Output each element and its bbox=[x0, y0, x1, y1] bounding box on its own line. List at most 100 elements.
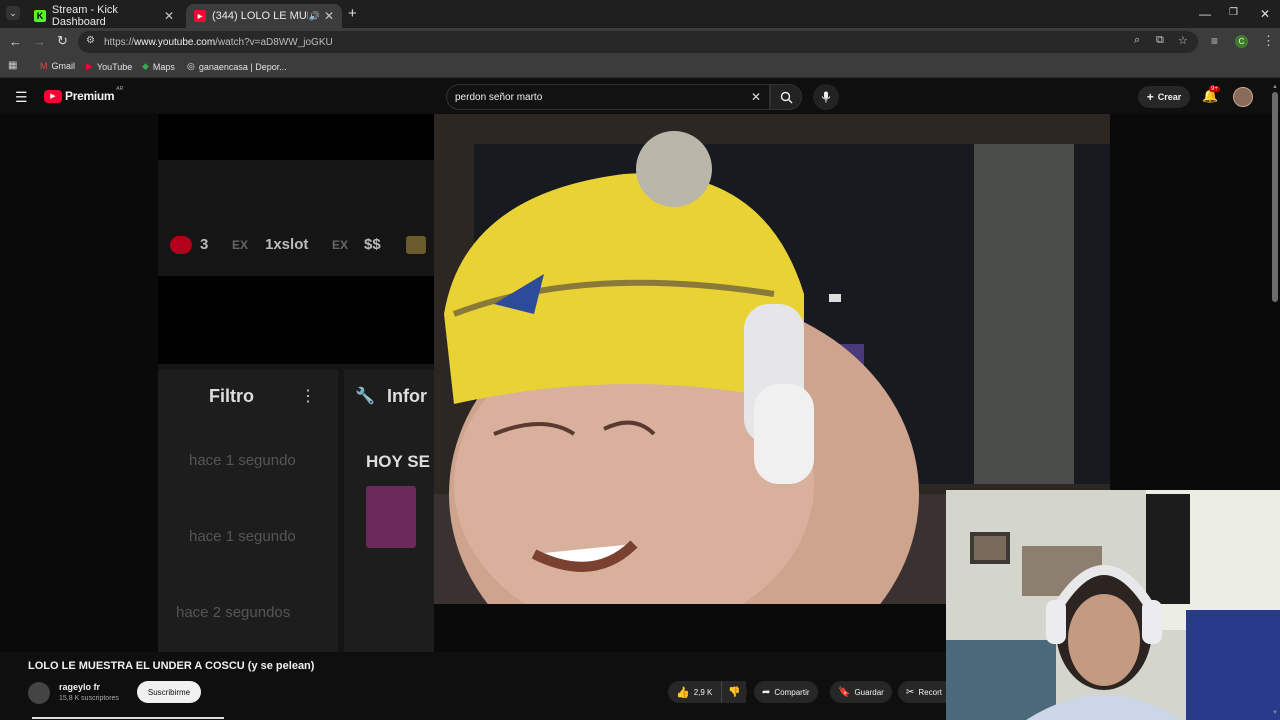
tab-youtube-video[interactable]: ▶ (344) LOLO LE MUESTRA EL 🔊 ✕ bbox=[186, 4, 342, 28]
subscribe-button[interactable]: Suscribirme bbox=[137, 681, 201, 703]
create-label: Crear bbox=[1157, 92, 1182, 102]
menu-kebab-icon[interactable]: ⋮ bbox=[1262, 33, 1275, 49]
overlay-bar bbox=[158, 276, 434, 364]
new-tab-button[interactable]: + bbox=[348, 5, 357, 22]
url-prefix: https:// bbox=[104, 36, 135, 48]
search-input[interactable]: perdon señor marto ✕ bbox=[446, 84, 770, 110]
bookmark-label: Maps bbox=[152, 61, 175, 72]
kick-icon: K bbox=[34, 10, 46, 22]
tab-title: (344) LOLO LE MUESTRA EL bbox=[212, 10, 308, 22]
search-button[interactable] bbox=[770, 84, 802, 110]
thumbs-up-icon: 👍 bbox=[676, 686, 690, 699]
address-bar[interactable]: ⚙ https://www.youtube.com/watch?v=aD8WW_… bbox=[78, 31, 1198, 53]
search-icon bbox=[780, 91, 792, 103]
site-info-icon[interactable]: ⚙ bbox=[86, 35, 95, 46]
scroll-down-icon[interactable]: ▼ bbox=[1272, 710, 1278, 716]
video-meta: LOLO LE MUESTRA EL UNDER A COSCU (y se p… bbox=[0, 652, 946, 720]
ticker-item: $$ bbox=[364, 236, 381, 253]
bookmark-maps[interactable]: ◆ Maps bbox=[142, 61, 175, 72]
gmail-icon: M bbox=[40, 61, 48, 71]
channel-name[interactable]: rageylo fr bbox=[59, 682, 100, 692]
hamburger-menu-icon[interactable]: ☰ bbox=[15, 89, 28, 106]
hoy-label: HOY SE bbox=[366, 452, 430, 471]
browser-tab-strip: ⌄ K Stream - Kick Dashboard ✕ ▶ (344) LO… bbox=[0, 0, 1280, 28]
close-tab-icon[interactable]: ✕ bbox=[164, 9, 174, 23]
chat-timestamp: hace 1 segundo bbox=[189, 452, 296, 469]
voice-search-button[interactable] bbox=[813, 84, 839, 110]
profile-avatar[interactable]: C bbox=[1235, 35, 1248, 48]
overlay-bar bbox=[158, 114, 434, 160]
minimize-icon[interactable]: — bbox=[1199, 7, 1211, 21]
restore-icon[interactable]: ❐ bbox=[1229, 7, 1238, 18]
zoom-icon[interactable]: ⌕ bbox=[1134, 34, 1140, 47]
chat-timestamp: hace 2 segundos bbox=[176, 604, 291, 621]
tab-search-button[interactable]: ⌄ bbox=[6, 6, 20, 20]
back-icon[interactable]: ← bbox=[9, 34, 22, 49]
close-window-icon[interactable]: ✕ bbox=[1260, 7, 1270, 21]
tab-title: Stream - Kick Dashboard bbox=[51, 4, 118, 28]
logo-region: AR bbox=[116, 86, 124, 92]
maps-icon: ◆ bbox=[142, 61, 149, 71]
wrench-icon: 🔧 bbox=[355, 388, 375, 405]
bookmarks-bar: ▦ M Gmail ▶ YouTube ◆ Maps ◎ ganaencasa | De… bbox=[0, 56, 1280, 78]
ticker-divider-icon: EX bbox=[232, 238, 249, 252]
page-scrollbar[interactable] bbox=[1272, 92, 1278, 302]
save-button[interactable]: 🔖 Guardar bbox=[830, 681, 892, 703]
url-path: /watch?v=aD8WW_joGKU bbox=[215, 36, 333, 48]
chat-timestamp: hace 1 segundo bbox=[189, 528, 296, 545]
globe-icon: ◎ bbox=[187, 61, 195, 71]
bookmark-label: YouTube bbox=[96, 61, 133, 72]
youtube-icon: ▶ bbox=[194, 10, 206, 22]
tab-kick-dashboard[interactable]: K Stream - Kick Dashboard ✕ bbox=[26, 4, 182, 28]
channel-avatar[interactable] bbox=[28, 682, 50, 704]
thumbnail-image bbox=[366, 486, 416, 548]
filter-label: Filtro bbox=[209, 386, 254, 406]
scroll-up-icon[interactable]: ▲ bbox=[1272, 84, 1278, 90]
speaker-icon[interactable]: 🔊 bbox=[309, 11, 320, 22]
reload-icon[interactable]: ↻ bbox=[57, 33, 68, 49]
like-count: 2,9 K bbox=[693, 687, 713, 697]
youtube-icon bbox=[170, 236, 192, 254]
clear-search-icon[interactable]: ✕ bbox=[751, 90, 761, 104]
browser-toolbar: ← → ↻ ⚙ https://www.youtube.com/watch?v=… bbox=[0, 28, 1280, 56]
bookmark-label: Gmail bbox=[51, 61, 76, 71]
bookmark-ganaencasa[interactable]: ◎ ganaencasa | Depor... bbox=[187, 61, 287, 72]
stream-overlay-panel: 3 EX 1xslot EX $$ Filtro ⋮ hace 1 segund… bbox=[158, 114, 434, 652]
close-tab-icon[interactable]: ✕ bbox=[324, 9, 334, 23]
microphone-icon bbox=[821, 91, 831, 103]
url-host: www.youtube.com bbox=[134, 36, 216, 48]
youtube-header: ☰ ▶ Premium AR perdon señor marto ✕ + Cr… bbox=[0, 80, 1280, 114]
clip-button[interactable]: ✂ Recort bbox=[898, 681, 946, 703]
dislike-button[interactable]: 👎 bbox=[721, 681, 747, 703]
subscriber-count: 15,8 K suscriptores bbox=[59, 695, 119, 702]
emote-icon bbox=[406, 236, 426, 254]
share-button[interactable]: ➦ Compartir bbox=[754, 681, 818, 703]
thumbs-down-icon: 👎 bbox=[728, 686, 741, 698]
ticker-item: 1xslot bbox=[265, 236, 309, 253]
account-avatar[interactable] bbox=[1233, 87, 1253, 107]
video-progress-indicator bbox=[32, 717, 224, 719]
share-label: Compartir bbox=[774, 687, 810, 697]
forward-icon[interactable]: → bbox=[33, 34, 46, 49]
bookmark-youtube[interactable]: ▶ YouTube bbox=[86, 61, 132, 72]
scissors-icon: ✂ bbox=[906, 686, 915, 698]
logo-text: Premium bbox=[65, 89, 115, 103]
notification-badge: 9+ bbox=[1209, 86, 1220, 92]
plus-icon: + bbox=[1146, 90, 1154, 104]
info-label: Infor bbox=[387, 386, 427, 406]
bookmark-gmail[interactable]: M Gmail bbox=[40, 61, 75, 71]
bookmark-label: ganaencasa | Depor... bbox=[198, 61, 287, 72]
search-value: perdon señor marto bbox=[455, 91, 543, 103]
create-button[interactable]: + Crear bbox=[1138, 86, 1190, 108]
kebab-icon: ⋮ bbox=[300, 388, 316, 405]
ticker-count: 3 bbox=[200, 236, 209, 253]
webcam-overlay bbox=[946, 490, 1280, 720]
save-label: Guardar bbox=[854, 687, 884, 697]
clip-label: Recort bbox=[918, 687, 942, 697]
youtube-logo[interactable]: ▶ Premium AR bbox=[44, 86, 124, 103]
apps-grid-icon[interactable]: ▦ bbox=[8, 60, 17, 71]
bookmark-star-icon[interactable]: ☆ bbox=[1178, 34, 1188, 47]
install-app-icon[interactable]: ⧉ bbox=[1156, 34, 1164, 47]
reading-list-icon[interactable]: ≡ bbox=[1211, 34, 1218, 48]
bookmark-icon: 🔖 bbox=[838, 686, 851, 698]
